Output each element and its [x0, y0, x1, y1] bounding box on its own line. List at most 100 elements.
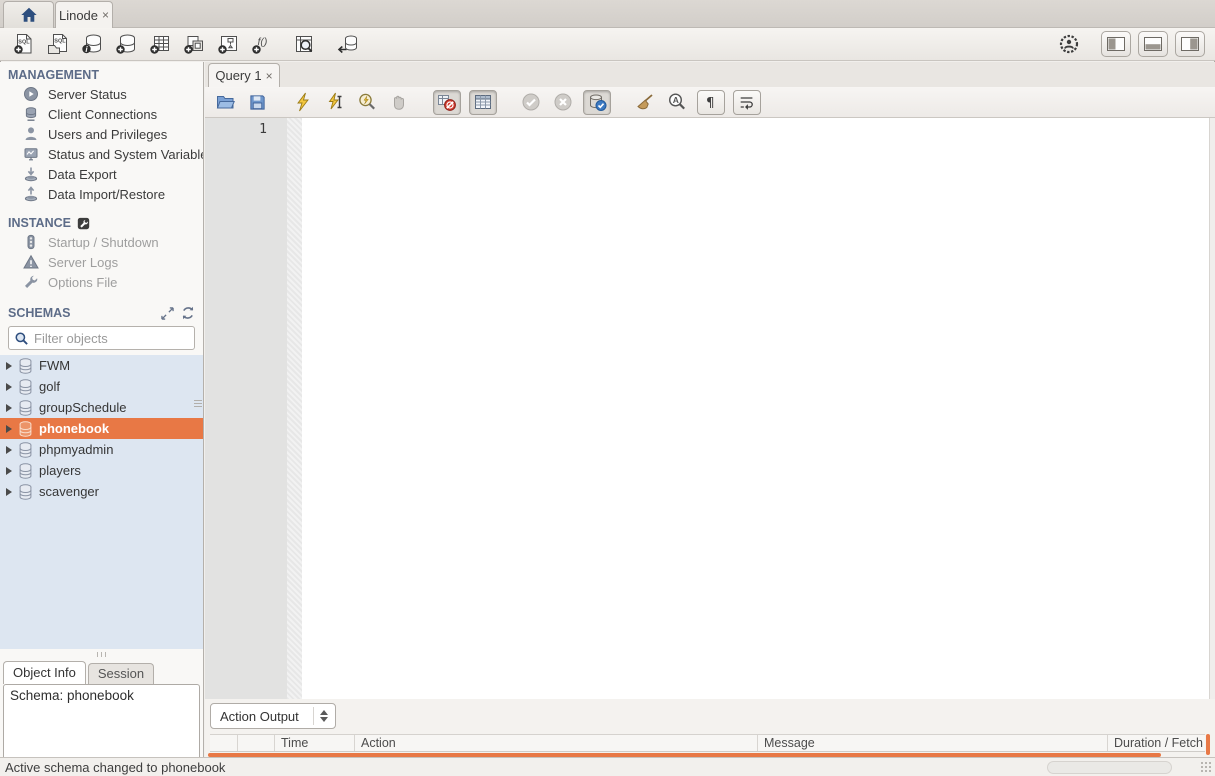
toggle-autocommit-button[interactable]	[583, 90, 611, 115]
fold-margin	[287, 118, 302, 742]
output-view-selector-value: Action Output	[220, 709, 299, 724]
database-icon	[18, 421, 33, 437]
sidebar-item-server-logs[interactable]: Server Logs	[0, 252, 203, 272]
open-sql-script-button[interactable]: SQL	[44, 31, 71, 58]
status-variables-icon	[23, 146, 39, 162]
inspect-database-button[interactable]: i	[78, 31, 105, 58]
main-toolbar: SQL SQL i f()	[0, 28, 1215, 61]
tab-session[interactable]: Session	[88, 663, 154, 684]
save-script-button[interactable]	[245, 91, 269, 113]
management-title: MANAGEMENT	[8, 68, 99, 82]
sidebar-item-data-export[interactable]: Data Export	[0, 164, 203, 184]
server-logs-icon	[23, 254, 39, 270]
sidebar-item-server-status[interactable]: Server Status	[0, 84, 203, 104]
search-icon	[14, 331, 29, 346]
schema-row-phonebook[interactable]: phonebook	[0, 418, 203, 439]
expander-icon[interactable]	[6, 362, 12, 370]
schema-row-scavenger[interactable]: scavenger	[0, 481, 203, 502]
tab-query-1[interactable]: Query 1 ×	[208, 63, 280, 87]
output-vertical-scrollbar[interactable]	[1206, 734, 1210, 755]
close-icon[interactable]: ×	[266, 69, 273, 83]
schema-filter-box	[8, 326, 195, 350]
window-resize-grip[interactable]	[1200, 761, 1213, 774]
toggle-invisible-characters-button[interactable]: ¶	[697, 90, 725, 115]
beautify-script-button[interactable]	[633, 91, 657, 113]
column-header-time[interactable]: Time	[275, 735, 355, 751]
sidebar-item-data-import[interactable]: Data Import/Restore	[0, 184, 203, 204]
info-tab-strip: Object Info Session	[0, 659, 203, 684]
reconnect-dbms-button[interactable]	[334, 31, 361, 58]
open-script-button[interactable]	[213, 91, 237, 113]
explain-statement-button[interactable]	[355, 91, 379, 113]
data-export-icon	[23, 166, 39, 182]
sidebar-item-users-privileges[interactable]: Users and Privileges	[0, 124, 203, 144]
sidebar-resize-grip[interactable]	[194, 400, 202, 407]
window-tab-strip: Linode ×	[0, 0, 1215, 28]
new-sql-tab-button[interactable]: SQL	[10, 31, 37, 58]
column-header-index[interactable]	[238, 735, 275, 751]
commit-button	[519, 91, 543, 113]
create-schema-button[interactable]	[112, 31, 139, 58]
create-function-button[interactable]: f()	[248, 31, 275, 58]
column-header-action[interactable]: Action	[355, 735, 758, 751]
schema-row-groupschedule[interactable]: groupSchedule	[0, 397, 203, 418]
line-number-gutter: 1	[205, 118, 287, 742]
sidebar-item-status-system-variables[interactable]: Status and System Variables	[0, 144, 203, 164]
editor-text-area[interactable]	[302, 118, 1209, 742]
instance-title: INSTANCE	[8, 216, 71, 230]
expander-icon[interactable]	[6, 446, 12, 454]
close-icon[interactable]: ×	[102, 8, 109, 22]
object-info-panel: Schema: phonebook	[3, 684, 200, 757]
column-header-message[interactable]: Message	[758, 735, 1108, 751]
create-procedure-button[interactable]	[214, 31, 241, 58]
startup-shutdown-icon	[23, 234, 39, 250]
selector-spinner-icon	[313, 707, 328, 725]
database-icon	[18, 484, 33, 500]
search-table-data-button[interactable]	[290, 31, 317, 58]
expander-icon[interactable]	[6, 488, 12, 496]
output-view-selector[interactable]: Action Output	[210, 703, 336, 729]
preferences-icon[interactable]	[1055, 31, 1082, 58]
schema-row-fwm[interactable]: FWM	[0, 355, 203, 376]
database-icon	[18, 358, 33, 374]
schema-row-players[interactable]: players	[0, 460, 203, 481]
svg-text:SQL: SQL	[18, 40, 30, 46]
tab-object-info[interactable]: Object Info	[3, 661, 86, 684]
editor-vertical-scrollbar[interactable]	[1209, 118, 1215, 742]
limit-rows-button[interactable]	[469, 90, 497, 115]
toggle-bottom-panel-button[interactable]	[1138, 31, 1168, 57]
column-header-duration[interactable]: Duration / Fetch	[1108, 735, 1205, 751]
home-icon	[20, 6, 38, 24]
schemas-title: SCHEMAS	[8, 306, 71, 320]
schema-filter-input[interactable]	[34, 331, 204, 346]
toggle-right-panel-button[interactable]	[1175, 31, 1205, 57]
refresh-icon[interactable]	[181, 306, 195, 320]
create-table-button[interactable]	[146, 31, 173, 58]
expander-icon[interactable]	[6, 404, 12, 412]
connection-tab-linode[interactable]: Linode ×	[55, 1, 113, 28]
sidebar-item-options-file[interactable]: Options File	[0, 272, 203, 292]
expander-icon[interactable]	[6, 467, 12, 475]
schema-row-golf[interactable]: golf	[0, 376, 203, 397]
sidebar-item-startup-shutdown[interactable]: Startup / Shutdown	[0, 232, 203, 252]
toggle-word-wrap-button[interactable]	[733, 90, 761, 115]
create-view-button[interactable]	[180, 31, 207, 58]
sidebar-item-client-connections[interactable]: Client Connections	[0, 104, 203, 124]
find-button[interactable]: A	[665, 91, 689, 113]
toggle-stop-on-error-button[interactable]	[433, 90, 461, 115]
wrench-icon	[77, 217, 90, 230]
execute-button[interactable]	[291, 91, 315, 113]
column-header-icon[interactable]	[210, 735, 238, 751]
execute-current-statement-button[interactable]	[323, 91, 347, 113]
expand-icon[interactable]	[161, 307, 174, 320]
info-panel-splitter[interactable]	[0, 649, 203, 659]
database-icon	[18, 442, 33, 458]
expander-icon[interactable]	[6, 383, 12, 391]
sql-editor[interactable]: 1	[205, 118, 1209, 742]
mysql-workbench-window: Linode × SQL SQL i f()	[0, 0, 1215, 776]
expander-icon[interactable]	[6, 425, 12, 433]
toggle-left-panel-button[interactable]	[1101, 31, 1131, 57]
database-icon	[18, 379, 33, 395]
home-tab[interactable]	[3, 1, 54, 28]
schema-row-phpmyadmin[interactable]: phpmyadmin	[0, 439, 203, 460]
